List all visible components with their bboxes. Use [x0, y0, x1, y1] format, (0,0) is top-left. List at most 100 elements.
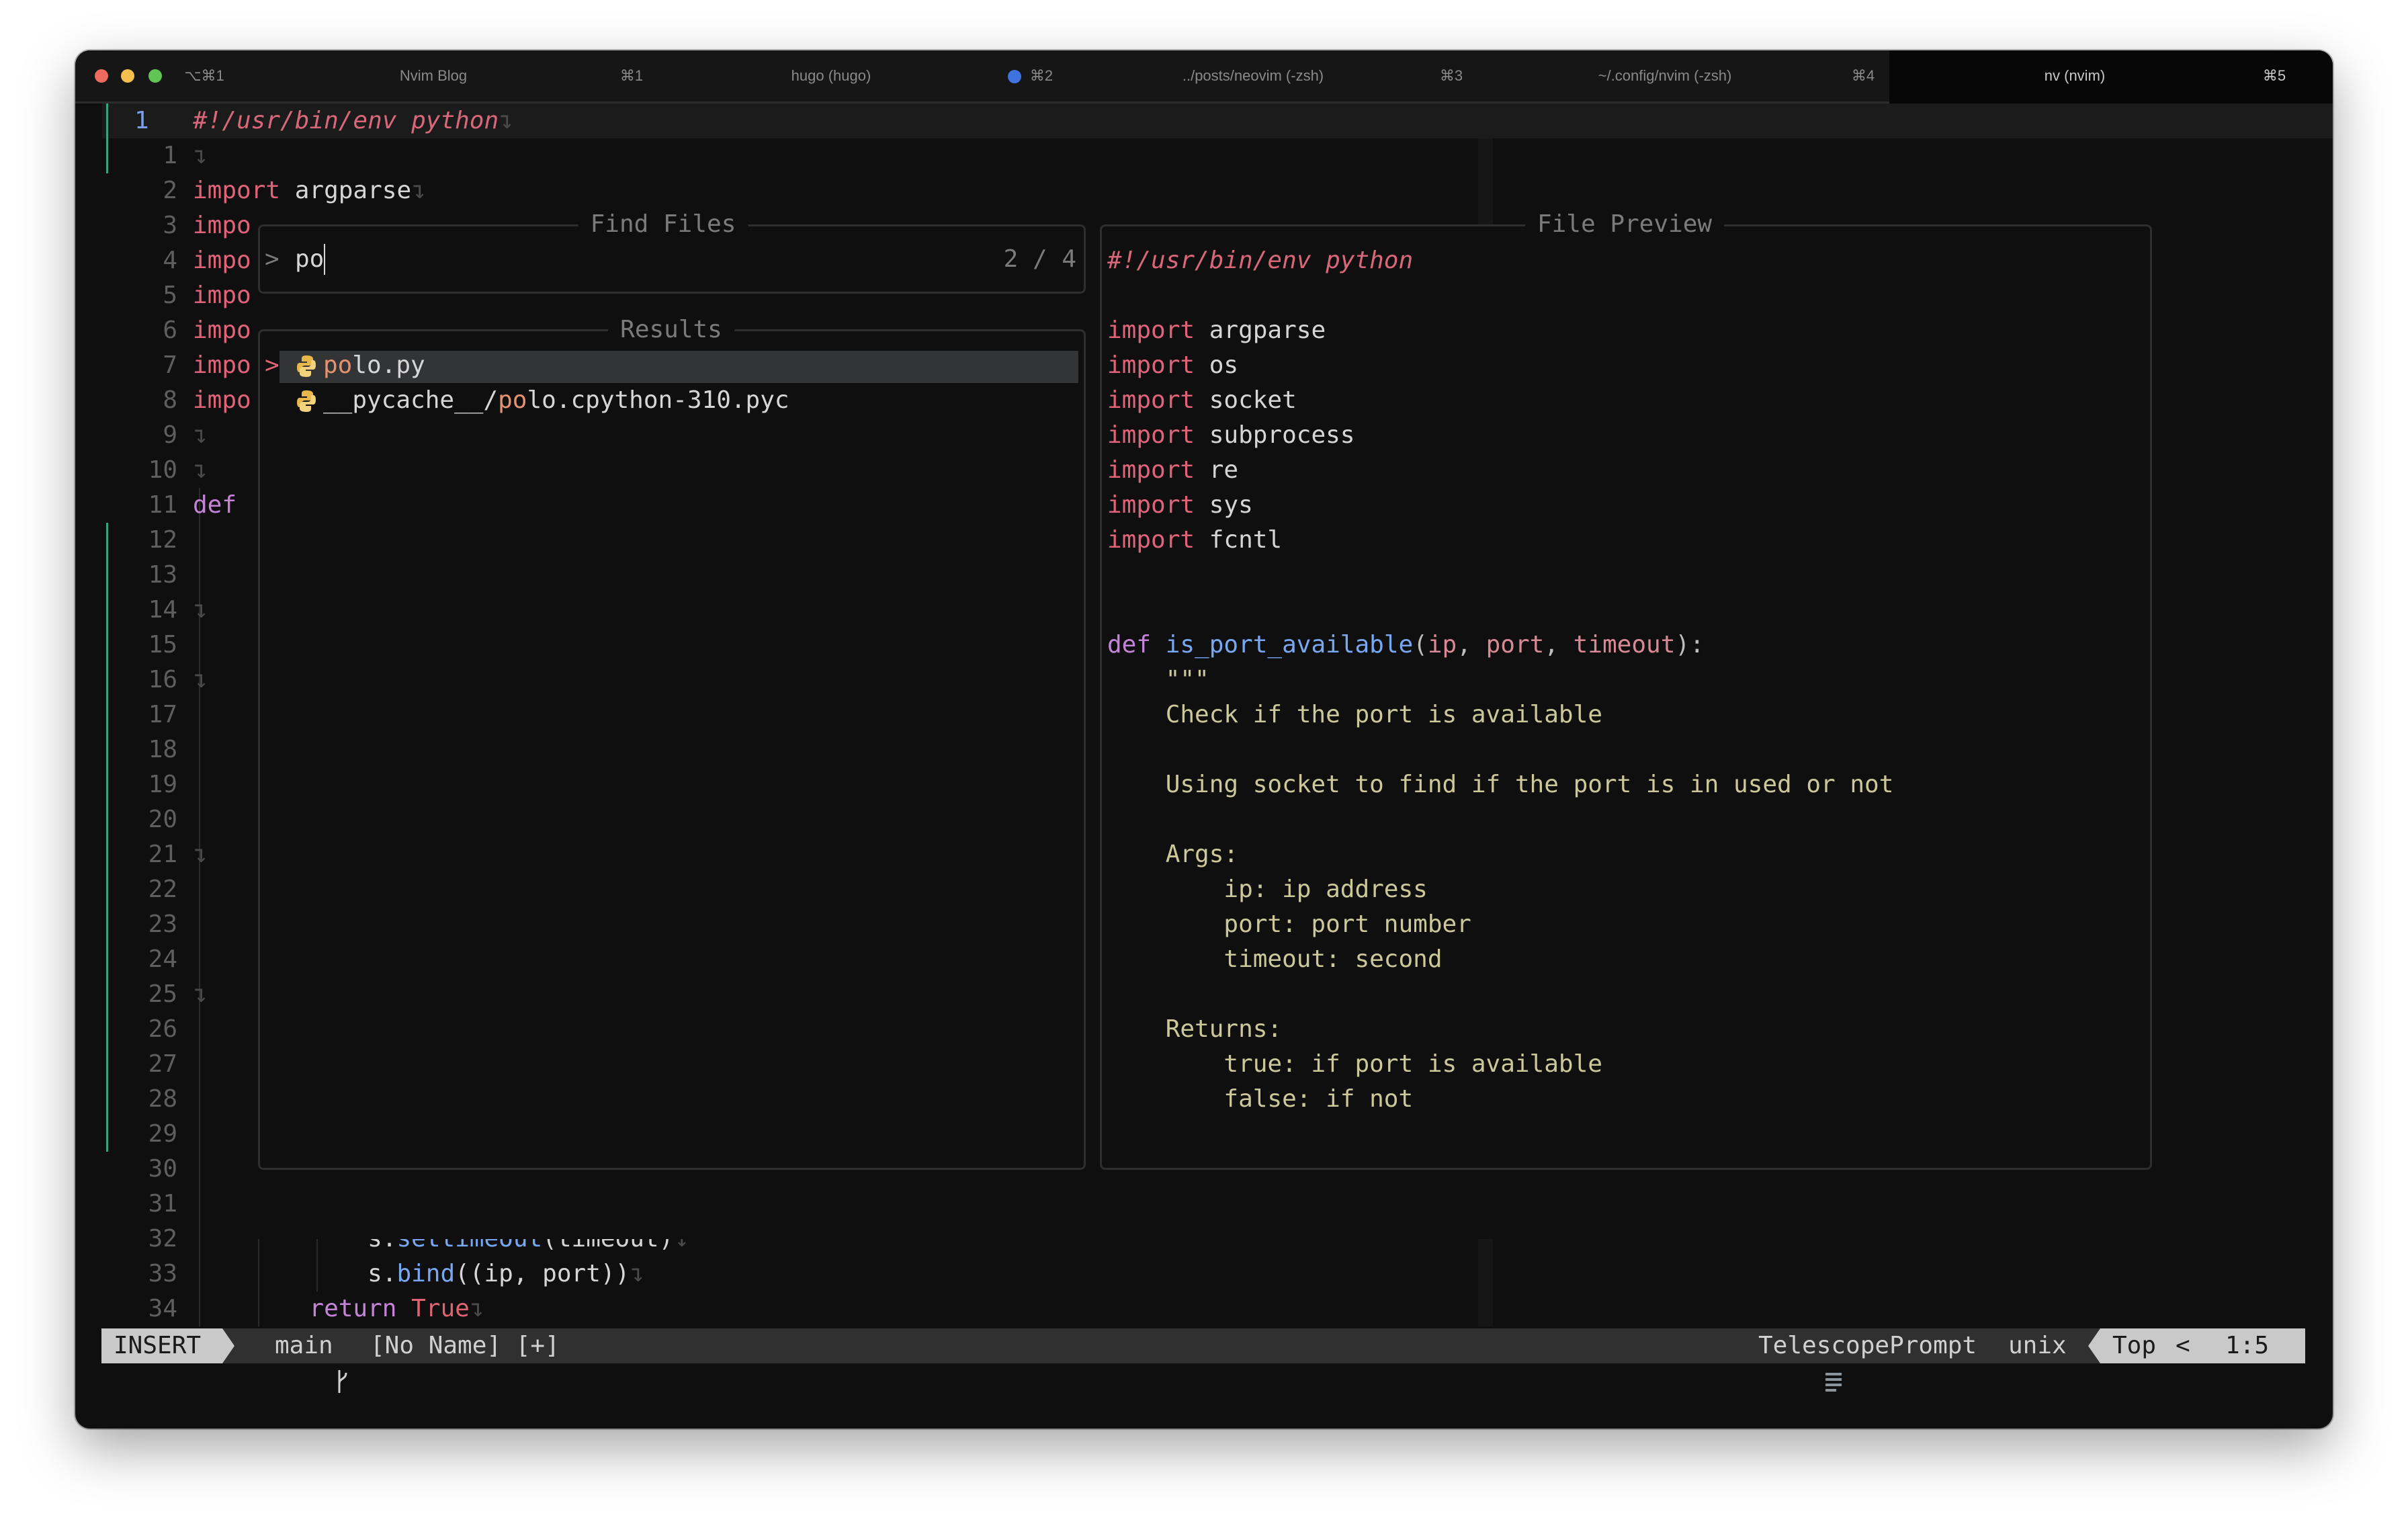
zoom-window-button[interactable] — [148, 69, 162, 83]
section-arrow — [2088, 1328, 2102, 1363]
code-token: re — [1195, 456, 1239, 484]
code-line[interactable]: ↴ — [193, 138, 208, 173]
line-number: 6 — [163, 316, 177, 344]
file-type: TelescopePrompt — [1758, 1332, 1977, 1359]
code-line[interactable]: ↴ — [193, 418, 208, 453]
preview-line: port: port number — [1107, 907, 1471, 942]
line-number: 20 — [148, 806, 177, 833]
line-number: 33 — [148, 1260, 177, 1287]
preview-title: File Preview — [1524, 207, 1725, 242]
code-token: , — [1457, 631, 1486, 659]
code-token: impo — [193, 351, 251, 379]
code-token: import — [1107, 386, 1195, 414]
code-line[interactable]: impo — [193, 208, 251, 243]
code-line[interactable]: def — [193, 488, 236, 523]
code-line[interactable]: ↴ — [193, 453, 208, 488]
close-window-button[interactable] — [95, 69, 108, 83]
tab-shortcut: ⌘5 — [2262, 67, 2286, 84]
code-token: ): — [1675, 631, 1705, 659]
line-number: 3 — [163, 212, 177, 239]
code-token: port: port number — [1107, 910, 1471, 938]
tab-shortcut: ⌘3 — [1439, 67, 1463, 84]
code-token: impo — [193, 247, 251, 274]
code-token: #!/usr/bin/env python — [193, 107, 499, 134]
preview-line: import os — [1107, 348, 1238, 383]
code-line[interactable]: impo — [193, 348, 251, 383]
line-number: 5 — [163, 282, 177, 309]
preview-line: def is_port_available(ip, port, timeout)… — [1107, 628, 1705, 663]
tab-2[interactable]: hugo (hugo) — [791, 50, 871, 101]
minimize-window-button[interactable] — [121, 69, 134, 83]
preview-line: ip: ip address — [1107, 872, 1427, 907]
line-number: 11 — [148, 491, 177, 519]
code-line[interactable]: impo — [193, 243, 251, 278]
line-number: 7 — [163, 351, 177, 379]
cursor-position: 1:5 — [2225, 1332, 2270, 1359]
result-text: lo.cpython-310.pyc — [527, 386, 789, 414]
result-item[interactable]: polo.py — [296, 348, 425, 383]
eol-marker: ↴ — [193, 421, 208, 449]
code-line[interactable]: ↴ — [193, 977, 208, 1012]
preview-line: timeout: second — [1107, 942, 1442, 977]
code-line[interactable]: ↴ — [193, 837, 208, 872]
code-line[interactable]: impo — [193, 383, 251, 418]
code-token: s. — [193, 1260, 397, 1287]
code-token: impo — [193, 282, 251, 309]
code-token: socket — [1195, 386, 1297, 414]
line-number: 26 — [148, 1015, 177, 1043]
code-line[interactable]: s.bind((ip, port))↴ — [193, 1257, 644, 1291]
result-text: __pycache__/ — [323, 386, 499, 414]
preview-line: false: if not — [1107, 1082, 1413, 1117]
code-line[interactable]: ↴ — [193, 593, 208, 628]
code-token: port — [1486, 631, 1545, 659]
result-item[interactable]: __pycache__/polo.cpython-310.pyc — [296, 383, 789, 418]
tab-3[interactable]: ../posts/neovim (-zsh) — [1182, 50, 1324, 101]
position-section: Top < 1:5 — [2100, 1328, 2305, 1363]
fuzzy-match: po — [498, 386, 527, 414]
code-token: is_port_available — [1165, 631, 1414, 659]
prompt-prefix: > — [265, 245, 280, 273]
code-line[interactable]: return True↴ — [193, 1291, 484, 1326]
preview-line: true: if port is available — [1107, 1047, 1602, 1082]
preview-line: import fcntl — [1107, 523, 1282, 558]
code-token: return — [309, 1295, 397, 1322]
preview-line: Args: — [1107, 837, 1238, 872]
tab-shortcut: ⌘2 — [1029, 67, 1054, 84]
eol-marker: ↴ — [193, 666, 208, 693]
code-token: #!/usr/bin/env python — [1107, 247, 1414, 274]
tab-4[interactable]: ~/.config/nvim (-zsh) — [1598, 50, 1732, 101]
telescope-results-box — [258, 329, 1086, 1170]
preview-line: Using socket to find if the port is in u… — [1107, 767, 1894, 802]
section-separator: < — [2176, 1332, 2190, 1359]
code-token: true: if port is available — [1107, 1050, 1602, 1078]
line-number: 28 — [148, 1085, 177, 1113]
code-token: import — [1107, 351, 1195, 379]
code-line[interactable]: ↴ — [193, 663, 208, 697]
eol-marker: ↴ — [193, 980, 208, 1008]
code-token: Check if the port is available — [1107, 701, 1602, 728]
code-token: ((ip, port)) — [455, 1260, 630, 1287]
tab-5[interactable]: nv (nvim) — [2045, 50, 2105, 101]
python-icon — [296, 386, 316, 414]
code-line[interactable]: impo — [193, 278, 251, 313]
line-number: 8 — [163, 386, 177, 414]
editor[interactable]: 1 #!/usr/bin/env python↴ 1 ↴ 2 import argpars… — [75, 103, 2333, 1328]
line-number: 32 — [148, 1225, 177, 1253]
eol-marker: ↴ — [411, 177, 426, 204]
line-number: 25 — [148, 980, 177, 1008]
code-token: os — [1195, 351, 1239, 379]
code-line[interactable]: import argparse↴ — [193, 173, 426, 208]
eol-marker: ↴ — [469, 1295, 484, 1322]
prompt-input[interactable]: po — [295, 244, 326, 275]
code-token: import — [1107, 491, 1195, 519]
file-format: unix — [2008, 1332, 2067, 1359]
tab-1[interactable]: Nvim Blog — [400, 50, 467, 101]
activity-indicator-icon — [1008, 70, 1021, 83]
window-shortcut: ⌥⌘1 — [184, 67, 224, 84]
code-line[interactable]: #!/usr/bin/env python↴ — [193, 103, 513, 138]
selection-caret: > — [265, 351, 280, 379]
eol-marker: ↴ — [630, 1260, 644, 1287]
code-line[interactable]: impo — [193, 313, 251, 348]
code-token: false: if not — [1107, 1085, 1414, 1113]
